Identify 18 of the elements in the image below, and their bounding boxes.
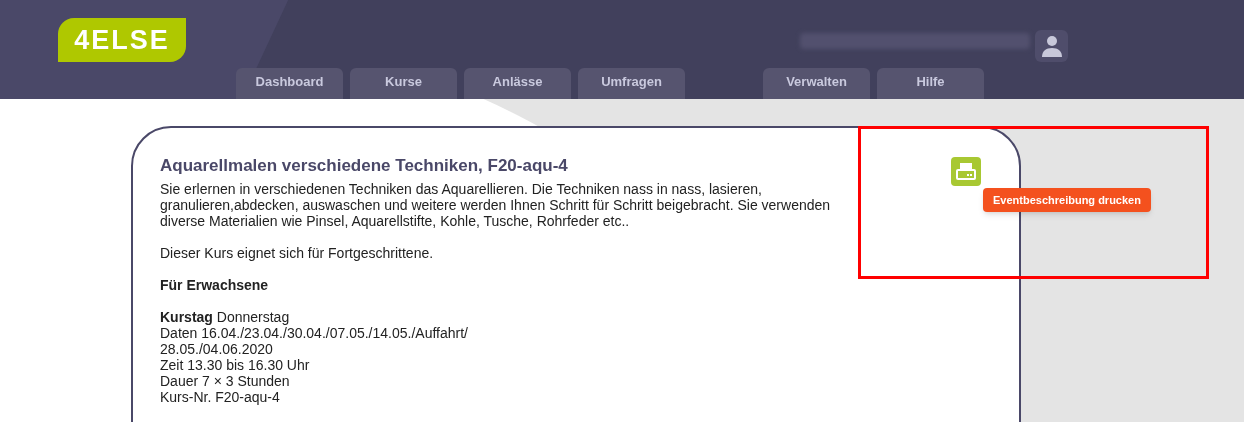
- detail-line: Kurs-Nr. F20-aqu-4: [160, 389, 280, 405]
- event-title: Aquarellmalen verschiedene Techniken, F20-aqu-4: [160, 156, 568, 176]
- level-note: Dieser Kurs eignet sich für Fortgeschrittene.: [160, 245, 435, 261]
- detail-line: Dauer 7 × 3 Stunden: [160, 373, 290, 389]
- print-tooltip: Eventbeschreibung drucken: [983, 188, 1151, 212]
- nav-tab[interactable]: Dashboard: [236, 68, 343, 99]
- nav-tab[interactable]: Kurse: [350, 68, 457, 99]
- nav-tab[interactable]: Umfragen: [578, 68, 685, 99]
- audience-label: Für Erwachsene: [160, 277, 270, 293]
- event-description: Sie erlernen in verschiedenen Techniken das Aquarellieren. Die Techniken nass in nass, lasieren, granulieren,abdecken, auswaschen und weitere werden Ihnen Schritt für Schritt beigebracht. Sie verwenden diverse Materialien wie Pinsel, Aquarellstifte, Kohle, Tusche, Rohrfeder etc..: [160, 181, 832, 229]
- detail-line: Zeit 13.30 bis 16.30 Uhr: [160, 357, 310, 373]
- detail-line: 28.05./04.06.2020: [160, 341, 273, 357]
- nav-tab[interactable]: Hilfe: [877, 68, 984, 99]
- nav-tab[interactable]: Anlässe: [464, 68, 571, 99]
- detail-line: Daten 16.04./23.04./30.04./07.05./14.05./Auffahrt/: [160, 325, 468, 341]
- nav-tab[interactable]: Verwalten: [763, 68, 870, 99]
- detail-line: Kurstag Donnerstag: [160, 309, 290, 325]
- user-avatar-icon[interactable]: [1035, 30, 1068, 62]
